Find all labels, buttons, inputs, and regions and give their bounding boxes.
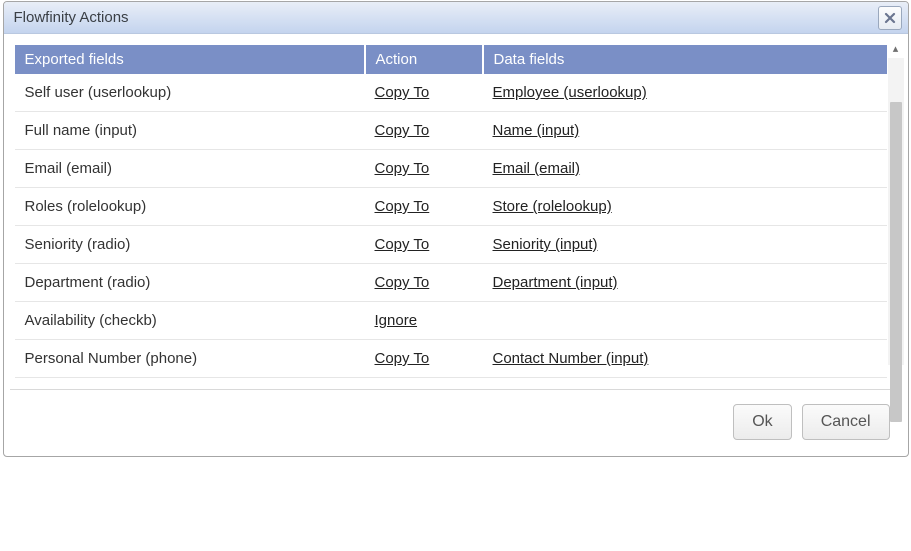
table-row: Roles (rolelookup) Copy To Store (rolelook… [15, 188, 887, 226]
vertical-scrollbar[interactable]: ▴ ▾ [888, 44, 904, 379]
action-link[interactable]: Copy To [375, 84, 430, 101]
exported-field-cell: Email (email) [15, 150, 365, 188]
col-header-exported: Exported fields [15, 45, 365, 74]
dialog-footer: Ok Cancel [4, 390, 908, 456]
scroll-area: Exported fields Action Data fields Self … [14, 44, 888, 379]
fields-table: Exported fields Action Data fields Self … [15, 45, 887, 378]
titlebar: Flowfinity Actions [4, 2, 908, 34]
data-field-cell: Name (input) [483, 112, 887, 150]
action-cell: Copy To [365, 188, 483, 226]
scroll-track[interactable] [888, 58, 904, 365]
action-link[interactable]: Ignore [375, 312, 418, 329]
action-link[interactable]: Copy To [375, 160, 430, 177]
action-cell: Copy To [365, 264, 483, 302]
scroll-thumb[interactable] [890, 102, 902, 422]
table-row: Full name (input) Copy To Name (input) [15, 112, 887, 150]
table-row: Self user (userlookup) Copy To Employee (u… [15, 74, 887, 112]
exported-field-cell: Availability (checkb) [15, 302, 365, 340]
data-field-cell [483, 302, 887, 340]
action-cell: Copy To [365, 226, 483, 264]
dialog-title: Flowfinity Actions [14, 9, 878, 26]
data-field-link[interactable]: Store (rolelookup) [493, 198, 612, 215]
data-field-link[interactable]: Contact Number (input) [493, 350, 649, 367]
data-field-cell: Seniority (input) [483, 226, 887, 264]
table-row: Personal Number (phone) Copy To Contact Nu… [15, 340, 887, 378]
data-field-cell: Department (input) [483, 264, 887, 302]
data-field-link[interactable]: Department (input) [493, 274, 618, 291]
exported-field-cell: Full name (input) [15, 112, 365, 150]
ok-button[interactable]: Ok [733, 404, 791, 440]
data-field-cell: Email (email) [483, 150, 887, 188]
data-field-link[interactable]: Name (input) [493, 122, 580, 139]
scroll-up-arrow-icon[interactable]: ▴ [893, 44, 899, 58]
cancel-button[interactable]: Cancel [802, 404, 890, 440]
exported-field-cell: Self user (userlookup) [15, 74, 365, 112]
action-cell: Copy To [365, 340, 483, 378]
action-link[interactable]: Copy To [375, 198, 430, 215]
action-link[interactable]: Copy To [375, 350, 430, 367]
table-row: Email (email) Copy To Email (email) [15, 150, 887, 188]
table-row: Department (radio) Copy To Department (inp… [15, 264, 887, 302]
data-field-cell: Employee (userlookup) [483, 74, 887, 112]
data-field-link[interactable]: Email (email) [493, 160, 581, 177]
exported-field-cell: Personal Number (phone) [15, 340, 365, 378]
data-field-link[interactable]: Seniority (input) [493, 236, 598, 253]
table-row: Seniority (radio) Copy To Seniority (input… [15, 226, 887, 264]
exported-field-cell: Seniority (radio) [15, 226, 365, 264]
action-link[interactable]: Copy To [375, 236, 430, 253]
action-cell: Ignore [365, 302, 483, 340]
dialog-window: Flowfinity Actions Exported fields Actio… [3, 1, 909, 457]
action-cell: Copy To [365, 112, 483, 150]
close-icon [884, 12, 896, 24]
exported-field-cell: Roles (rolelookup) [15, 188, 365, 226]
action-link[interactable]: Copy To [375, 274, 430, 291]
table-row: Availability (checkb) Ignore [15, 302, 887, 340]
exported-field-cell: Department (radio) [15, 264, 365, 302]
col-header-action: Action [365, 45, 483, 74]
action-cell: Copy To [365, 150, 483, 188]
col-header-data: Data fields [483, 45, 887, 74]
action-cell: Copy To [365, 74, 483, 112]
data-field-link[interactable]: Employee (userlookup) [493, 84, 647, 101]
data-field-cell: Contact Number (input) [483, 340, 887, 378]
action-link[interactable]: Copy To [375, 122, 430, 139]
close-button[interactable] [878, 6, 902, 30]
dialog-body: Exported fields Action Data fields Self … [4, 34, 908, 389]
data-field-cell: Store (rolelookup) [483, 188, 887, 226]
